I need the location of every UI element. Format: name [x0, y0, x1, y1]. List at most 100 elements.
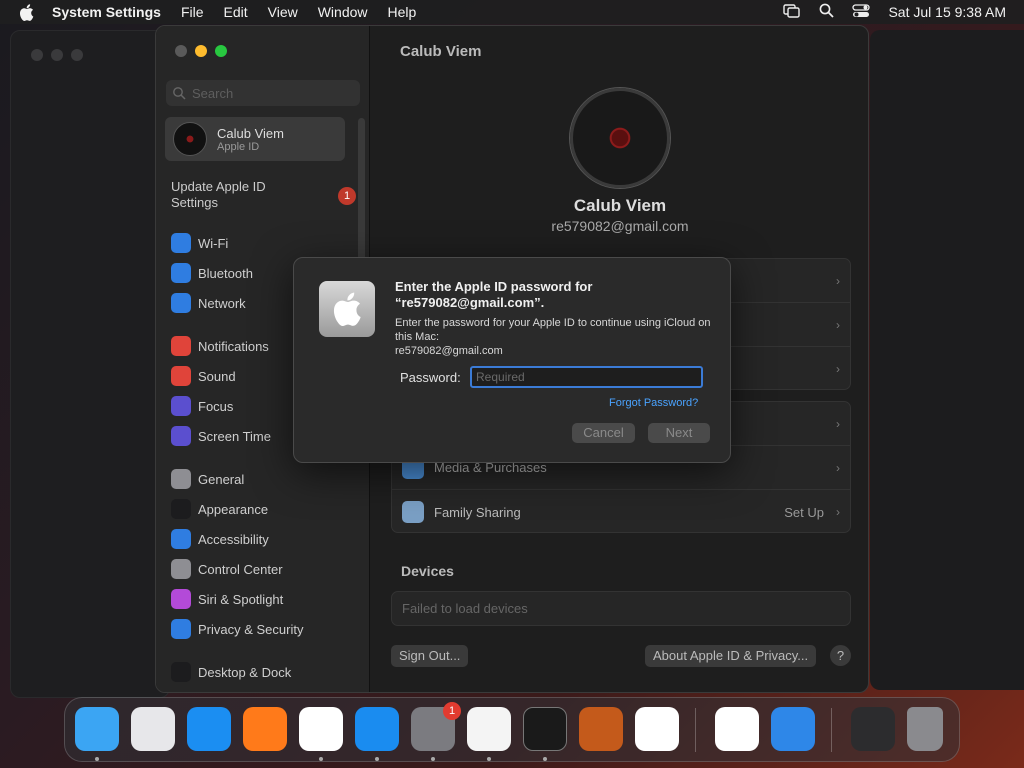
dock: 1: [64, 697, 960, 762]
search-input[interactable]: [192, 85, 352, 101]
chevron-right-icon: ›: [836, 362, 840, 376]
siri-icon: [171, 589, 191, 609]
page-title: Calub Viem: [400, 43, 482, 60]
profile-avatar[interactable]: [570, 88, 670, 188]
window-controls: [175, 45, 227, 57]
menu-file[interactable]: File: [181, 4, 204, 20]
dock-chrome-window-icon[interactable]: [851, 707, 895, 751]
speaker-icon: [171, 366, 191, 386]
sidebar-item-control-center[interactable]: Control Center: [171, 554, 361, 584]
dock-running-indicator: [543, 757, 547, 761]
sidebar-group-general: General Appearance Accessibility Control Ce…: [171, 464, 361, 644]
dock-icon: [171, 662, 191, 682]
bluetooth-icon: [171, 263, 191, 283]
dock-running-indicator: [487, 757, 491, 761]
sidebar-item-appearance[interactable]: Appearance: [171, 494, 361, 524]
sidebar-item-update-apple-id[interactable]: Update Apple ID Settings 1: [171, 179, 356, 211]
dock-firefox-icon[interactable]: [243, 707, 287, 751]
sign-out-button[interactable]: Sign Out...: [391, 645, 469, 667]
wifi-icon: [171, 233, 191, 253]
dock-finder-icon[interactable]: [75, 707, 119, 751]
dock-running-indicator: [431, 757, 435, 761]
password-field[interactable]: [470, 366, 703, 388]
control-center-icon: [171, 559, 191, 579]
dock-textedit-icon[interactable]: [467, 707, 511, 751]
sidebar-item-label: Focus: [198, 398, 234, 414]
sidebar-item-label: Control Center: [198, 561, 283, 577]
menu-edit[interactable]: Edit: [224, 4, 248, 20]
dock-launchpad-icon[interactable]: [131, 707, 175, 751]
sidebar-item-label: General: [198, 471, 245, 487]
hand-icon: [171, 619, 191, 639]
globe-icon: [171, 293, 191, 313]
dialog-message-text: Enter the password for your Apple ID to …: [395, 317, 711, 343]
apple-menu-icon[interactable]: [16, 2, 36, 22]
row-family-sharing[interactable]: Family Sharing Set Up ›: [392, 490, 850, 534]
sidebar-item-label: Sound: [198, 368, 236, 384]
menu-help[interactable]: Help: [388, 4, 417, 20]
menu-view[interactable]: View: [268, 4, 298, 20]
menu-window[interactable]: Window: [318, 4, 368, 20]
family-sharing-icon: [402, 501, 424, 523]
menu-app-name[interactable]: System Settings: [52, 4, 161, 20]
close-button[interactable]: [175, 45, 187, 57]
next-button[interactable]: Next: [648, 423, 710, 443]
minimize-button[interactable]: [195, 45, 207, 57]
dialog-message: Enter the password for your Apple ID to …: [395, 316, 715, 358]
notification-badge: 1: [338, 187, 356, 205]
sidebar-item-label: Network: [198, 295, 246, 311]
sidebar-item-wi-fi[interactable]: Wi-Fi: [171, 228, 361, 258]
dock-running-indicator: [319, 757, 323, 761]
appearance-icon: [171, 499, 191, 519]
sidebar-item-desktop-dock[interactable]: Desktop & Dock: [171, 657, 361, 687]
control-center-toggle-icon[interactable]: [852, 3, 871, 21]
dock-separator: [831, 708, 832, 752]
screen-mirroring-icon[interactable]: [783, 3, 801, 21]
dock-chrome-icon[interactable]: [299, 707, 343, 751]
devices-status: Failed to load devices: [391, 591, 851, 626]
search-icon: [173, 87, 186, 100]
chevron-right-icon: ›: [836, 505, 840, 519]
password-label: Password:: [400, 370, 461, 385]
dock-garageband-icon[interactable]: [579, 707, 623, 751]
dock-visual-studio-icon[interactable]: [715, 707, 759, 751]
spotlight-search-icon[interactable]: [819, 3, 835, 21]
sidebar-item-apple-id[interactable]: Calub Viem Apple ID: [165, 117, 345, 161]
about-apple-id-button[interactable]: About Apple ID & Privacy...: [645, 645, 817, 667]
dock-trash-icon[interactable]: [907, 707, 943, 751]
sidebar-group-desktop: Desktop & Dock: [171, 657, 361, 687]
sidebar-item-privacy-security[interactable]: Privacy & Security: [171, 614, 361, 644]
sidebar-item-general[interactable]: General: [171, 464, 361, 494]
menu-bar: System Settings File Edit View Window He…: [0, 0, 1024, 24]
sidebar-item-label: Appearance: [198, 501, 269, 517]
dock-vscode-icon[interactable]: [635, 707, 679, 751]
sidebar-item-label: Notifications: [198, 338, 269, 354]
dock-app-store-icon[interactable]: [355, 707, 399, 751]
dock-running-indicator: [375, 757, 379, 761]
zoom-button[interactable]: [215, 45, 227, 57]
menu-clock[interactable]: Sat Jul 15 9:38 AM: [888, 4, 1006, 20]
help-button[interactable]: ?: [830, 645, 851, 666]
profile-subtitle: Apple ID: [217, 140, 260, 153]
profile-email: re579082@gmail.com: [551, 218, 689, 234]
dock-weather-icon[interactable]: [771, 707, 815, 751]
forgot-password-link[interactable]: Forgot Password?: [609, 397, 698, 409]
devices-heading: Devices: [401, 563, 454, 579]
gear-icon: [171, 469, 191, 489]
apple-logo-icon: [319, 281, 375, 337]
dock-terminal-icon[interactable]: [523, 707, 567, 751]
cancel-button[interactable]: Cancel: [572, 423, 635, 443]
sidebar-item-accessibility[interactable]: Accessibility: [171, 524, 361, 554]
sidebar-item-label: Desktop & Dock: [198, 664, 292, 680]
chevron-right-icon: ›: [836, 460, 840, 475]
dock-separator: [695, 708, 696, 752]
password-dialog: Enter the Apple ID password for “re57908…: [293, 257, 731, 463]
sidebar-item-label: Privacy & Security: [198, 621, 304, 637]
search-field[interactable]: [166, 80, 360, 106]
background-window: [10, 30, 170, 698]
avatar: [173, 122, 207, 156]
hourglass-icon: [171, 426, 191, 446]
sidebar-item-siri-spotlight[interactable]: Siri & Spotlight: [171, 584, 361, 614]
update-label: Update Apple ID Settings: [171, 179, 266, 210]
dock-safari-icon[interactable]: [187, 707, 231, 751]
